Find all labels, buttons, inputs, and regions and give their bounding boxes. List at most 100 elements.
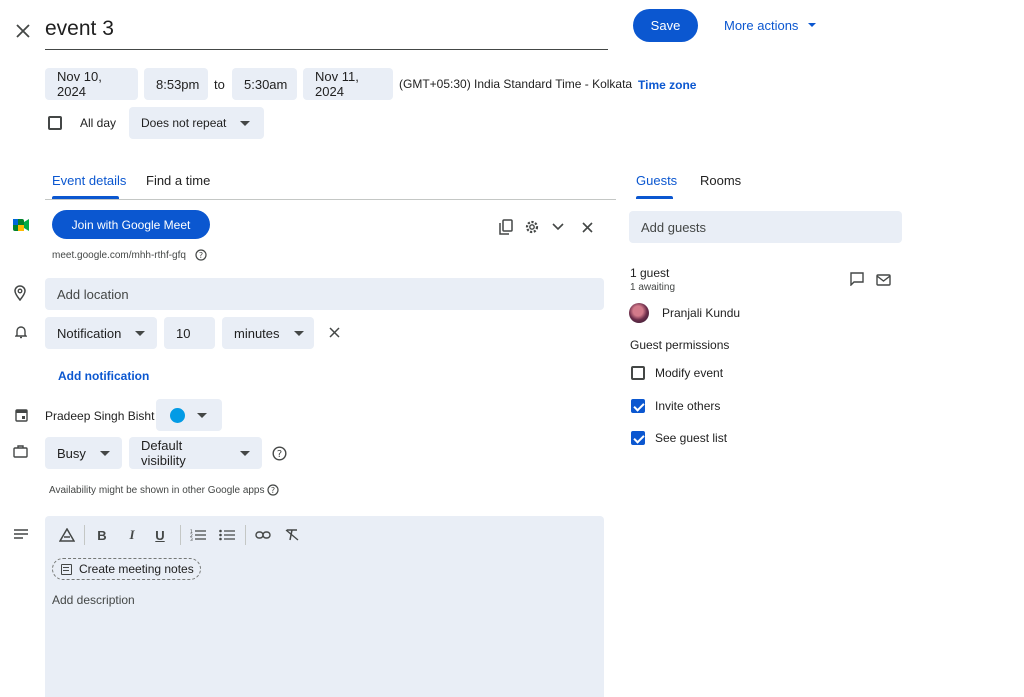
chevron-down-icon <box>240 450 250 456</box>
toolbar-separator <box>84 525 85 545</box>
guest-awaiting: 1 awaiting <box>630 282 676 293</box>
chevron-down-icon <box>135 330 146 336</box>
bell-icon <box>13 323 29 341</box>
chevron-down-icon <box>240 120 251 126</box>
create-meeting-notes-label: Create meeting notes <box>79 562 194 576</box>
all-day-checkbox[interactable] <box>48 116 62 130</box>
gear-icon[interactable] <box>523 218 541 236</box>
remove-meet-icon[interactable] <box>579 219 595 235</box>
calendar-icon <box>13 406 29 424</box>
add-notification-link[interactable]: Add notification <box>58 369 149 383</box>
end-date-chip[interactable]: Nov 11, 2024 <box>303 68 393 100</box>
chat-icon[interactable] <box>849 271 865 287</box>
svg-text:?: ? <box>276 449 281 460</box>
toolbar-separator <box>180 525 181 545</box>
location-input[interactable]: Add location <box>45 278 604 310</box>
clear-formatting-icon[interactable] <box>283 526 301 544</box>
start-date-chip[interactable]: Nov 10, 2024 <box>45 68 138 100</box>
svg-text:?: ? <box>199 251 203 260</box>
chevron-down-icon <box>293 330 304 336</box>
repeat-value: Does not repeat <box>141 116 227 130</box>
more-actions-label: More actions <box>724 17 799 33</box>
timezone-text: (GMT+05:30) India Standard Time - Kolkat… <box>399 77 633 91</box>
tab-event-details[interactable]: Event details <box>52 173 126 188</box>
join-meet-label: Join with Google Meet <box>71 217 191 232</box>
notification-unit-dropdown[interactable]: minutes <box>222 317 314 349</box>
italic-icon[interactable]: I <box>124 526 140 544</box>
calendar-owner: Pradeep Singh Bisht <box>45 409 155 423</box>
end-time: 5:30am <box>244 76 288 92</box>
bold-icon[interactable]: B <box>94 526 110 544</box>
avatar <box>629 303 649 323</box>
calendar-color-dot <box>170 407 185 423</box>
link-icon[interactable] <box>254 526 272 544</box>
calendar-color-dropdown[interactable] <box>156 399 222 431</box>
add-guests-input[interactable]: Add guests <box>629 211 902 243</box>
tab-find-a-time[interactable]: Find a time <box>146 173 210 188</box>
svg-text:3: 3 <box>190 537 193 541</box>
busy-status: Busy <box>57 445 86 461</box>
chevron-down-icon <box>808 23 817 27</box>
more-actions-button[interactable]: More actions <box>724 15 817 35</box>
join-meet-button[interactable]: Join with Google Meet <box>52 210 210 239</box>
chevron-down-icon[interactable] <box>550 219 566 235</box>
email-icon[interactable] <box>875 272 892 287</box>
busy-dropdown[interactable]: Busy <box>45 437 122 469</box>
google-meet-icon <box>13 218 29 232</box>
tabs-divider-left <box>45 199 616 200</box>
visibility-dropdown[interactable]: Default visibility <box>129 437 262 469</box>
save-button[interactable]: Save <box>633 9 698 42</box>
event-title-text: event 3 <box>45 17 114 40</box>
drive-icon[interactable] <box>58 526 76 544</box>
bulleted-list-icon[interactable] <box>218 526 236 544</box>
tab-guests[interactable]: Guests <box>636 173 677 188</box>
availability-note: Availability might be shown in other Goo… <box>49 485 265 496</box>
see-guest-list-label: See guest list <box>655 431 728 445</box>
visibility-value: Default visibility <box>141 438 186 468</box>
start-time: 8:53pm <box>156 76 200 92</box>
event-title-input[interactable]: event 3 <box>45 12 608 50</box>
meet-link[interactable]: meet.google.com/mhh-rthf-gfq <box>52 250 186 261</box>
notes-icon <box>61 563 72 575</box>
tab-rooms[interactable]: Rooms <box>700 173 741 188</box>
description-icon <box>13 528 28 540</box>
toolbar-separator <box>245 525 246 545</box>
location-pin-icon <box>12 284 28 302</box>
help-icon[interactable]: ? <box>271 445 287 461</box>
invite-others-label: Invite others <box>655 399 721 413</box>
notification-type-dropdown[interactable]: Notification <box>45 317 157 349</box>
close-icon[interactable] <box>12 20 34 42</box>
start-date: Nov 10, 2024 <box>57 69 102 99</box>
help-icon[interactable]: ? <box>266 483 279 496</box>
location-placeholder: Add location <box>57 286 129 302</box>
add-guests-placeholder: Add guests <box>641 219 707 235</box>
description-placeholder: Add description <box>52 593 135 607</box>
chevron-down-icon <box>197 412 207 418</box>
guest-count: 1 guest <box>630 266 670 280</box>
remove-notification-icon[interactable] <box>326 324 342 340</box>
notification-unit: minutes <box>234 325 280 341</box>
modify-event-checkbox[interactable] <box>631 366 645 380</box>
copy-icon[interactable] <box>497 218 515 236</box>
create-meeting-notes-button[interactable]: Create meeting notes <box>52 558 201 580</box>
guest-name: Pranjali Kundu <box>662 306 741 320</box>
guest-permissions-title: Guest permissions <box>630 338 730 352</box>
underline-icon[interactable]: U <box>152 526 168 544</box>
repeat-dropdown[interactable]: Does not repeat <box>129 107 264 139</box>
notification-amount: 10 <box>176 325 191 341</box>
notification-type: Notification <box>57 325 122 341</box>
start-time-chip[interactable]: 8:53pm <box>144 68 208 100</box>
all-day-label: All day <box>80 116 117 130</box>
timezone-link[interactable]: Time zone <box>638 78 696 92</box>
end-time-chip[interactable]: 5:30am <box>232 68 297 100</box>
notification-amount-input[interactable]: 10 <box>164 317 215 349</box>
invite-others-checkbox[interactable] <box>631 399 645 413</box>
numbered-list-icon[interactable]: 123 <box>189 526 207 544</box>
see-guest-list-checkbox[interactable] <box>631 431 645 445</box>
to-label: to <box>214 77 225 92</box>
guest-row[interactable]: Pranjali Kundu <box>629 302 902 324</box>
chevron-down-icon <box>99 450 110 456</box>
modify-event-label: Modify event <box>655 366 724 380</box>
end-date: Nov 11, 2024 <box>315 69 359 99</box>
help-icon[interactable]: ? <box>195 249 207 261</box>
